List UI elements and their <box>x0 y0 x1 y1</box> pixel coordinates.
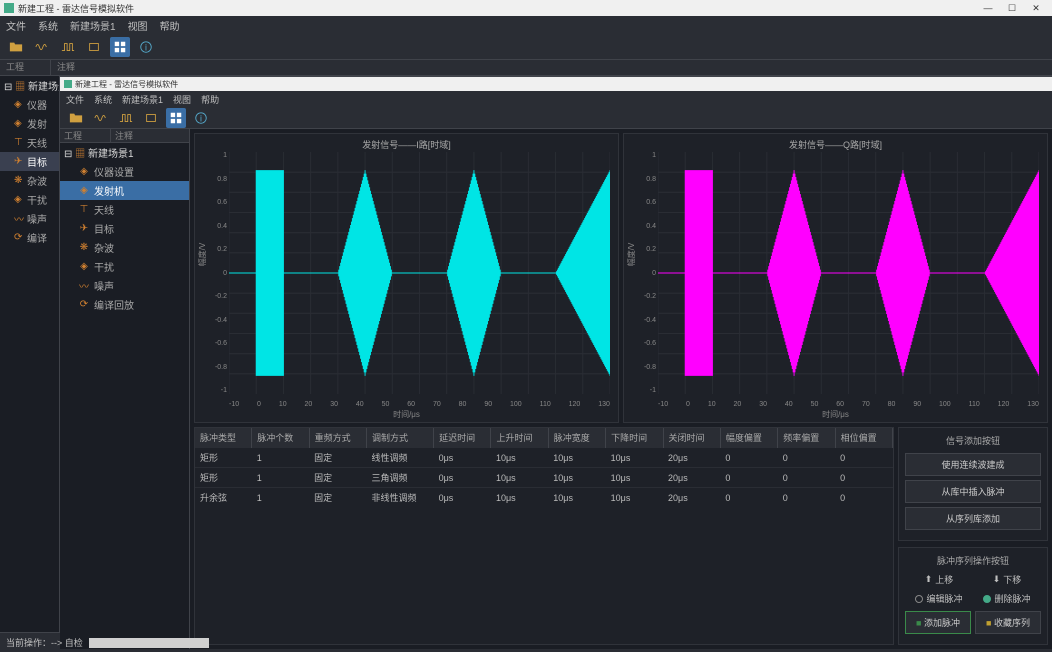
maximize-button[interactable]: ☐ <box>1000 3 1024 14</box>
svg-text:i: i <box>145 42 147 52</box>
outer-window-title-bar: 新建工程 - 雷达信号模拟软件 — ☐ ✕ <box>0 0 1052 16</box>
menu-system[interactable]: 系统 <box>38 18 58 33</box>
wave-icon[interactable] <box>32 37 52 57</box>
folder-icon[interactable] <box>6 37 26 57</box>
wave-icon[interactable] <box>91 108 111 128</box>
inner-menu-scene[interactable]: 新建场景1 <box>122 93 163 106</box>
inner-menu-system[interactable]: 系统 <box>94 93 112 106</box>
info-icon[interactable]: i <box>191 108 211 128</box>
menu-help[interactable]: 帮助 <box>160 18 180 33</box>
outer-tree-root[interactable]: ⊟ ▦ 新建场景1 <box>0 76 59 95</box>
close-button[interactable]: ✕ <box>1024 3 1048 14</box>
svg-text:i: i <box>200 113 202 123</box>
table-row[interactable]: 矩形1固定线性调频0μs10μs10μs10μs20μs000 <box>195 448 893 468</box>
btn-add-from-seqlib[interactable]: 从序列库添加 <box>905 507 1041 530</box>
btn-insert-from-lib[interactable]: 从库中插入脉冲 <box>905 480 1041 503</box>
btn-collapse-seq[interactable]: 收藏序列 <box>975 611 1041 634</box>
outer-title-text: 新建工程 - 雷达信号模拟软件 <box>18 2 134 15</box>
outer-tree-item[interactable]: 〰噪声 <box>0 209 59 228</box>
inner-tree-item[interactable]: ◈干扰 <box>60 257 189 276</box>
inner-window: 新建工程 - 雷达信号模拟软件 文件 系统 新建场景1 视图 帮助 i <box>60 76 1052 649</box>
inner-tree-item[interactable]: ❋杂波 <box>60 238 189 257</box>
outer-tree-item[interactable]: ✈目标 <box>0 152 59 171</box>
progress-bar <box>89 638 209 648</box>
inner-menu-help[interactable]: 帮助 <box>201 93 219 106</box>
outer-tree-item[interactable]: ❋杂波 <box>0 171 59 190</box>
panel-signal-add: 信号添加按钮 使用连续波建成 从库中插入脉冲 从序列库添加 <box>898 427 1048 541</box>
inner-toolbar: i <box>60 107 1052 129</box>
inner-tree-item[interactable]: ⟳编译回放 <box>60 295 189 314</box>
inner-tree-item[interactable]: ⊤天线 <box>60 200 189 219</box>
inner-menu-bar: 文件 系统 新建场景1 视图 帮助 <box>60 91 1052 107</box>
outer-tree: ⊟ ▦ 新建场景1 ◈仪器◈发射⊤天线✈目标❋杂波◈干扰〰噪声⟳编译 <box>0 76 60 632</box>
outer-tree-item[interactable]: ◈发射 <box>0 114 59 133</box>
status-text: 当前操作：--> 自检 <box>6 636 83 649</box>
radio-delete[interactable]: 删除脉冲 <box>983 592 1030 605</box>
inner-menu-file[interactable]: 文件 <box>66 93 84 106</box>
outer-tree-item[interactable]: ⊤天线 <box>0 133 59 152</box>
table-row[interactable]: 矩形1固定三角调频0μs10μs10μs10μs20μs000 <box>195 468 893 488</box>
menu-scene[interactable]: 新建场景1 <box>70 18 116 33</box>
btn-move-up[interactable]: ⬆ 上移 <box>925 573 954 586</box>
menu-view[interactable]: 视图 <box>128 18 148 33</box>
grid-icon[interactable] <box>110 37 130 57</box>
app-icon <box>64 80 72 88</box>
inner-tree-item[interactable]: ◈仪器设置 <box>60 162 189 181</box>
app-icon <box>4 3 14 13</box>
panel-pulse-ops: 脉冲序列操作按钮 ⬆ 上移 ⬇ 下移 编辑脉冲 删除脉冲 <box>898 547 1048 645</box>
inner-tree-item[interactable]: ✈目标 <box>60 219 189 238</box>
outer-menu-bar: 文件 系统 新建场景1 视图 帮助 <box>0 16 1052 34</box>
folder-icon[interactable] <box>66 108 86 128</box>
pulse-table[interactable]: 脉冲类型脉冲个数重频方式调制方式延迟时间上升时间脉冲宽度下降时间关闭时间幅度偏置… <box>194 427 894 645</box>
table-row[interactable]: 升余弦1固定非线性调频0μs10μs10μs10μs20μs000 <box>195 488 893 508</box>
grid-icon[interactable] <box>166 108 186 128</box>
radio-edit[interactable]: 编辑脉冲 <box>915 592 962 605</box>
inner-title-bar: 新建工程 - 雷达信号模拟软件 <box>60 77 1052 91</box>
outer-tree-item[interactable]: ◈仪器 <box>0 95 59 114</box>
info-icon[interactable]: i <box>136 37 156 57</box>
device-icon[interactable] <box>84 37 104 57</box>
menu-file[interactable]: 文件 <box>6 18 26 33</box>
pulse-icon[interactable] <box>116 108 136 128</box>
btn-move-down[interactable]: ⬇ 下移 <box>993 573 1022 586</box>
outer-tree-header: 工程 注释 <box>0 60 1052 76</box>
outer-toolbar: i <box>0 34 1052 60</box>
inner-menu-view[interactable]: 视图 <box>173 93 191 106</box>
pulse-icon[interactable] <box>58 37 78 57</box>
btn-build-cw[interactable]: 使用连续波建成 <box>905 453 1041 476</box>
chart: 发射信号——Q路[时域] 幅度/V 10.80.60.40.20-0.2-0.4… <box>623 133 1048 423</box>
inner-tree-item[interactable]: 〰噪声 <box>60 276 189 295</box>
outer-tree-item[interactable]: ⟳编译 <box>0 228 59 247</box>
inner-tree-root[interactable]: ⊟ ▦ 新建场景1 <box>60 143 189 162</box>
inner-tree-item[interactable]: ◈发射机 <box>60 181 189 200</box>
minimize-button[interactable]: — <box>976 3 1000 13</box>
btn-add-pulse[interactable]: 添加脉冲 <box>905 611 971 634</box>
chart: 发射信号——I路[时域] 幅度/V 10.80.60.40.20-0.2-0.4… <box>194 133 619 423</box>
device-icon[interactable] <box>141 108 161 128</box>
outer-tree-item[interactable]: ◈干扰 <box>0 190 59 209</box>
inner-tree: 工程 注释 ⊟ ▦ 新建场景1 ◈仪器设置◈发射机⊤天线✈目标❋杂波◈干扰〰噪声… <box>60 129 190 649</box>
